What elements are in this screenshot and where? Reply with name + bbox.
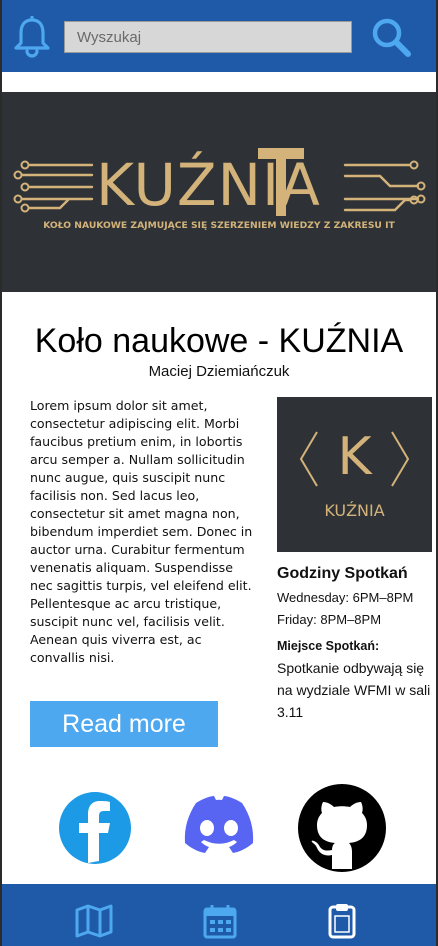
logo-name: KUŹNIA [324, 501, 385, 520]
meeting-place-text: Spotkanie odbywają się na wydziale WFMI … [277, 660, 431, 720]
search-input[interactable] [64, 21, 352, 53]
banner-subtitle: KOŁO NAUKOWE ZAJMUJĄCE SIĘ SZERZENIEM WI… [43, 220, 395, 231]
meeting-hours-line: Wednesday: 6PM–8PM [277, 590, 414, 605]
meeting-place-title: Miejsce Spotkań: [277, 639, 380, 653]
meeting-hours-title: Godziny Spotkań [277, 565, 408, 582]
facebook-icon[interactable] [50, 783, 140, 873]
frame-border-left [0, 0, 2, 946]
search-icon[interactable] [370, 16, 412, 58]
club-logo: K KUŹNIA [277, 397, 432, 552]
clipboard-icon[interactable] [322, 903, 362, 939]
logo-letter: K [337, 427, 372, 487]
calendar-icon[interactable] [200, 903, 240, 939]
author-name: Maciej Dziemiańczuk [148, 363, 290, 380]
banner-title: KUŹNIA [96, 151, 321, 219]
github-icon[interactable] [297, 783, 387, 873]
top-bar-spacer [0, 72, 438, 92]
hero-banner: KUŹNIA KOŁO NAUKOWE ZAJMUJĄCE SIĘ SZERZE… [0, 92, 438, 292]
meeting-hours-line: Friday: 8PM–8PM [277, 612, 382, 627]
page-title: Koło naukowe - KUŹNIA [34, 322, 404, 360]
bell-icon[interactable] [12, 16, 52, 58]
read-more-button[interactable]: Read more [30, 701, 218, 747]
discord-icon[interactable] [174, 783, 264, 873]
map-icon[interactable] [74, 903, 114, 939]
article-body: Lorem ipsum dolor sit amet, consectetur … [30, 398, 253, 665]
